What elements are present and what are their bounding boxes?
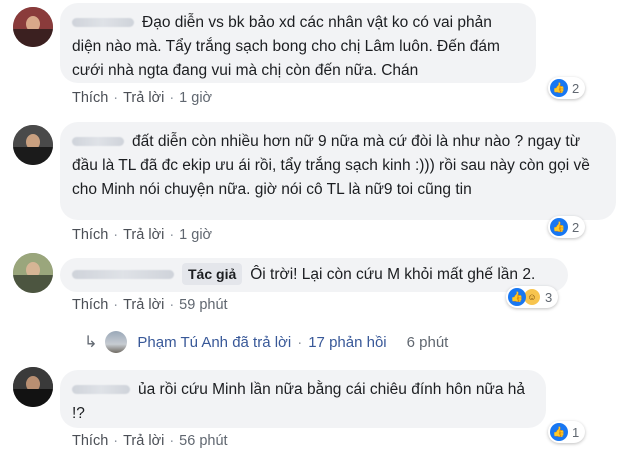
- reaction-summary[interactable]: 👍 2: [548, 77, 586, 99]
- reply-summary-text[interactable]: Phạm Tú Anh đã trả lời: [137, 334, 291, 351]
- avatar[interactable]: [13, 253, 53, 293]
- like-reaction-icon: 👍: [550, 218, 568, 236]
- separator-dot: ·: [113, 227, 119, 243]
- avatar[interactable]: [13, 125, 53, 165]
- comment-actions: Thích · Trả lời · 1 giờ: [72, 227, 212, 243]
- reply-count[interactable]: 17 phản hồi: [308, 334, 386, 351]
- view-replies-row[interactable]: ↳ Phạm Tú Anh đã trả lời · 17 phản hồi 6…: [84, 328, 448, 356]
- reaction-count: 2: [572, 219, 580, 235]
- separator-dot: ·: [169, 297, 175, 313]
- comment-bubble: đất diễn còn nhiều hơn nữ 9 nữa mà cứ đò…: [60, 122, 616, 220]
- author-name-blurred[interactable]: [72, 385, 130, 395]
- reply-link[interactable]: Trả lời: [123, 227, 164, 243]
- comment-bubble: ủa rồi cứu Minh lần nữa bằng cái chiêu đ…: [60, 370, 546, 428]
- comment-text: Ôi trời! Lại còn cứu M khỏi mất ghế lần …: [250, 266, 536, 283]
- avatar[interactable]: [13, 367, 53, 407]
- comment-time[interactable]: 1 giờ: [179, 90, 212, 106]
- separator-dot: ·: [169, 433, 175, 449]
- reaction-summary[interactable]: 👍 ☺ 3: [506, 286, 559, 308]
- author-name-blurred[interactable]: [72, 137, 124, 147]
- reply-link[interactable]: Trả lời: [123, 433, 164, 449]
- comment-actions: Thích · Trả lời · 56 phút: [72, 433, 228, 449]
- reaction-count: 2: [572, 80, 580, 96]
- comment-text: ủa rồi cứu Minh lần nữa bằng cái chiêu đ…: [72, 381, 526, 422]
- comment-time[interactable]: 59 phút: [179, 297, 227, 313]
- reply-time: 6 phút: [406, 333, 449, 351]
- like-reaction-icon: 👍: [550, 423, 568, 441]
- reply-avatar: [105, 331, 128, 353]
- reaction-count: 1: [572, 424, 580, 440]
- comment-bubble: Đạo diễn vs bk bảo xd các nhân vật ko có…: [60, 3, 536, 83]
- separator-dot: ·: [113, 297, 119, 313]
- like-reaction-icon: 👍: [508, 288, 526, 306]
- separator-dot: ·: [169, 227, 175, 243]
- reply-link[interactable]: Trả lời: [123, 297, 164, 313]
- comment-text: Đạo diễn vs bk bảo xd các nhân vật ko có…: [72, 14, 500, 79]
- like-link[interactable]: Thích: [72, 90, 108, 106]
- comment-bubble: Tác giả Ôi trời! Lại còn cứu M khỏi mất g…: [60, 258, 568, 292]
- author-name-blurred[interactable]: [72, 270, 174, 280]
- comment-actions: Thích · Trả lời · 59 phút: [72, 297, 228, 313]
- like-link[interactable]: Thích: [72, 433, 108, 449]
- comment-time[interactable]: 56 phút: [179, 433, 227, 449]
- comment-actions: Thích · Trả lời · 1 giờ: [72, 90, 212, 106]
- author-badge: Tác giả: [182, 263, 243, 285]
- reaction-summary[interactable]: 👍 2: [548, 216, 586, 238]
- reply-arrow-icon: ↳: [84, 334, 98, 351]
- comment-text: đất diễn còn nhiều hơn nữ 9 nữa mà cứ đò…: [72, 133, 590, 198]
- comment-time[interactable]: 1 giờ: [179, 227, 212, 243]
- like-reaction-icon: 👍: [550, 79, 568, 97]
- avatar[interactable]: [13, 7, 53, 47]
- like-link[interactable]: Thích: [72, 297, 108, 313]
- like-link[interactable]: Thích: [72, 227, 108, 243]
- reaction-summary[interactable]: 👍 1: [548, 421, 586, 443]
- separator-dot: ·: [113, 90, 119, 106]
- reply-link[interactable]: Trả lời: [123, 90, 164, 106]
- author-name-blurred[interactable]: [72, 18, 134, 28]
- separator-dot: ·: [169, 90, 175, 106]
- separator-dot: ·: [113, 433, 119, 449]
- separator-dot: ·: [297, 333, 303, 351]
- reaction-count: 3: [545, 289, 553, 305]
